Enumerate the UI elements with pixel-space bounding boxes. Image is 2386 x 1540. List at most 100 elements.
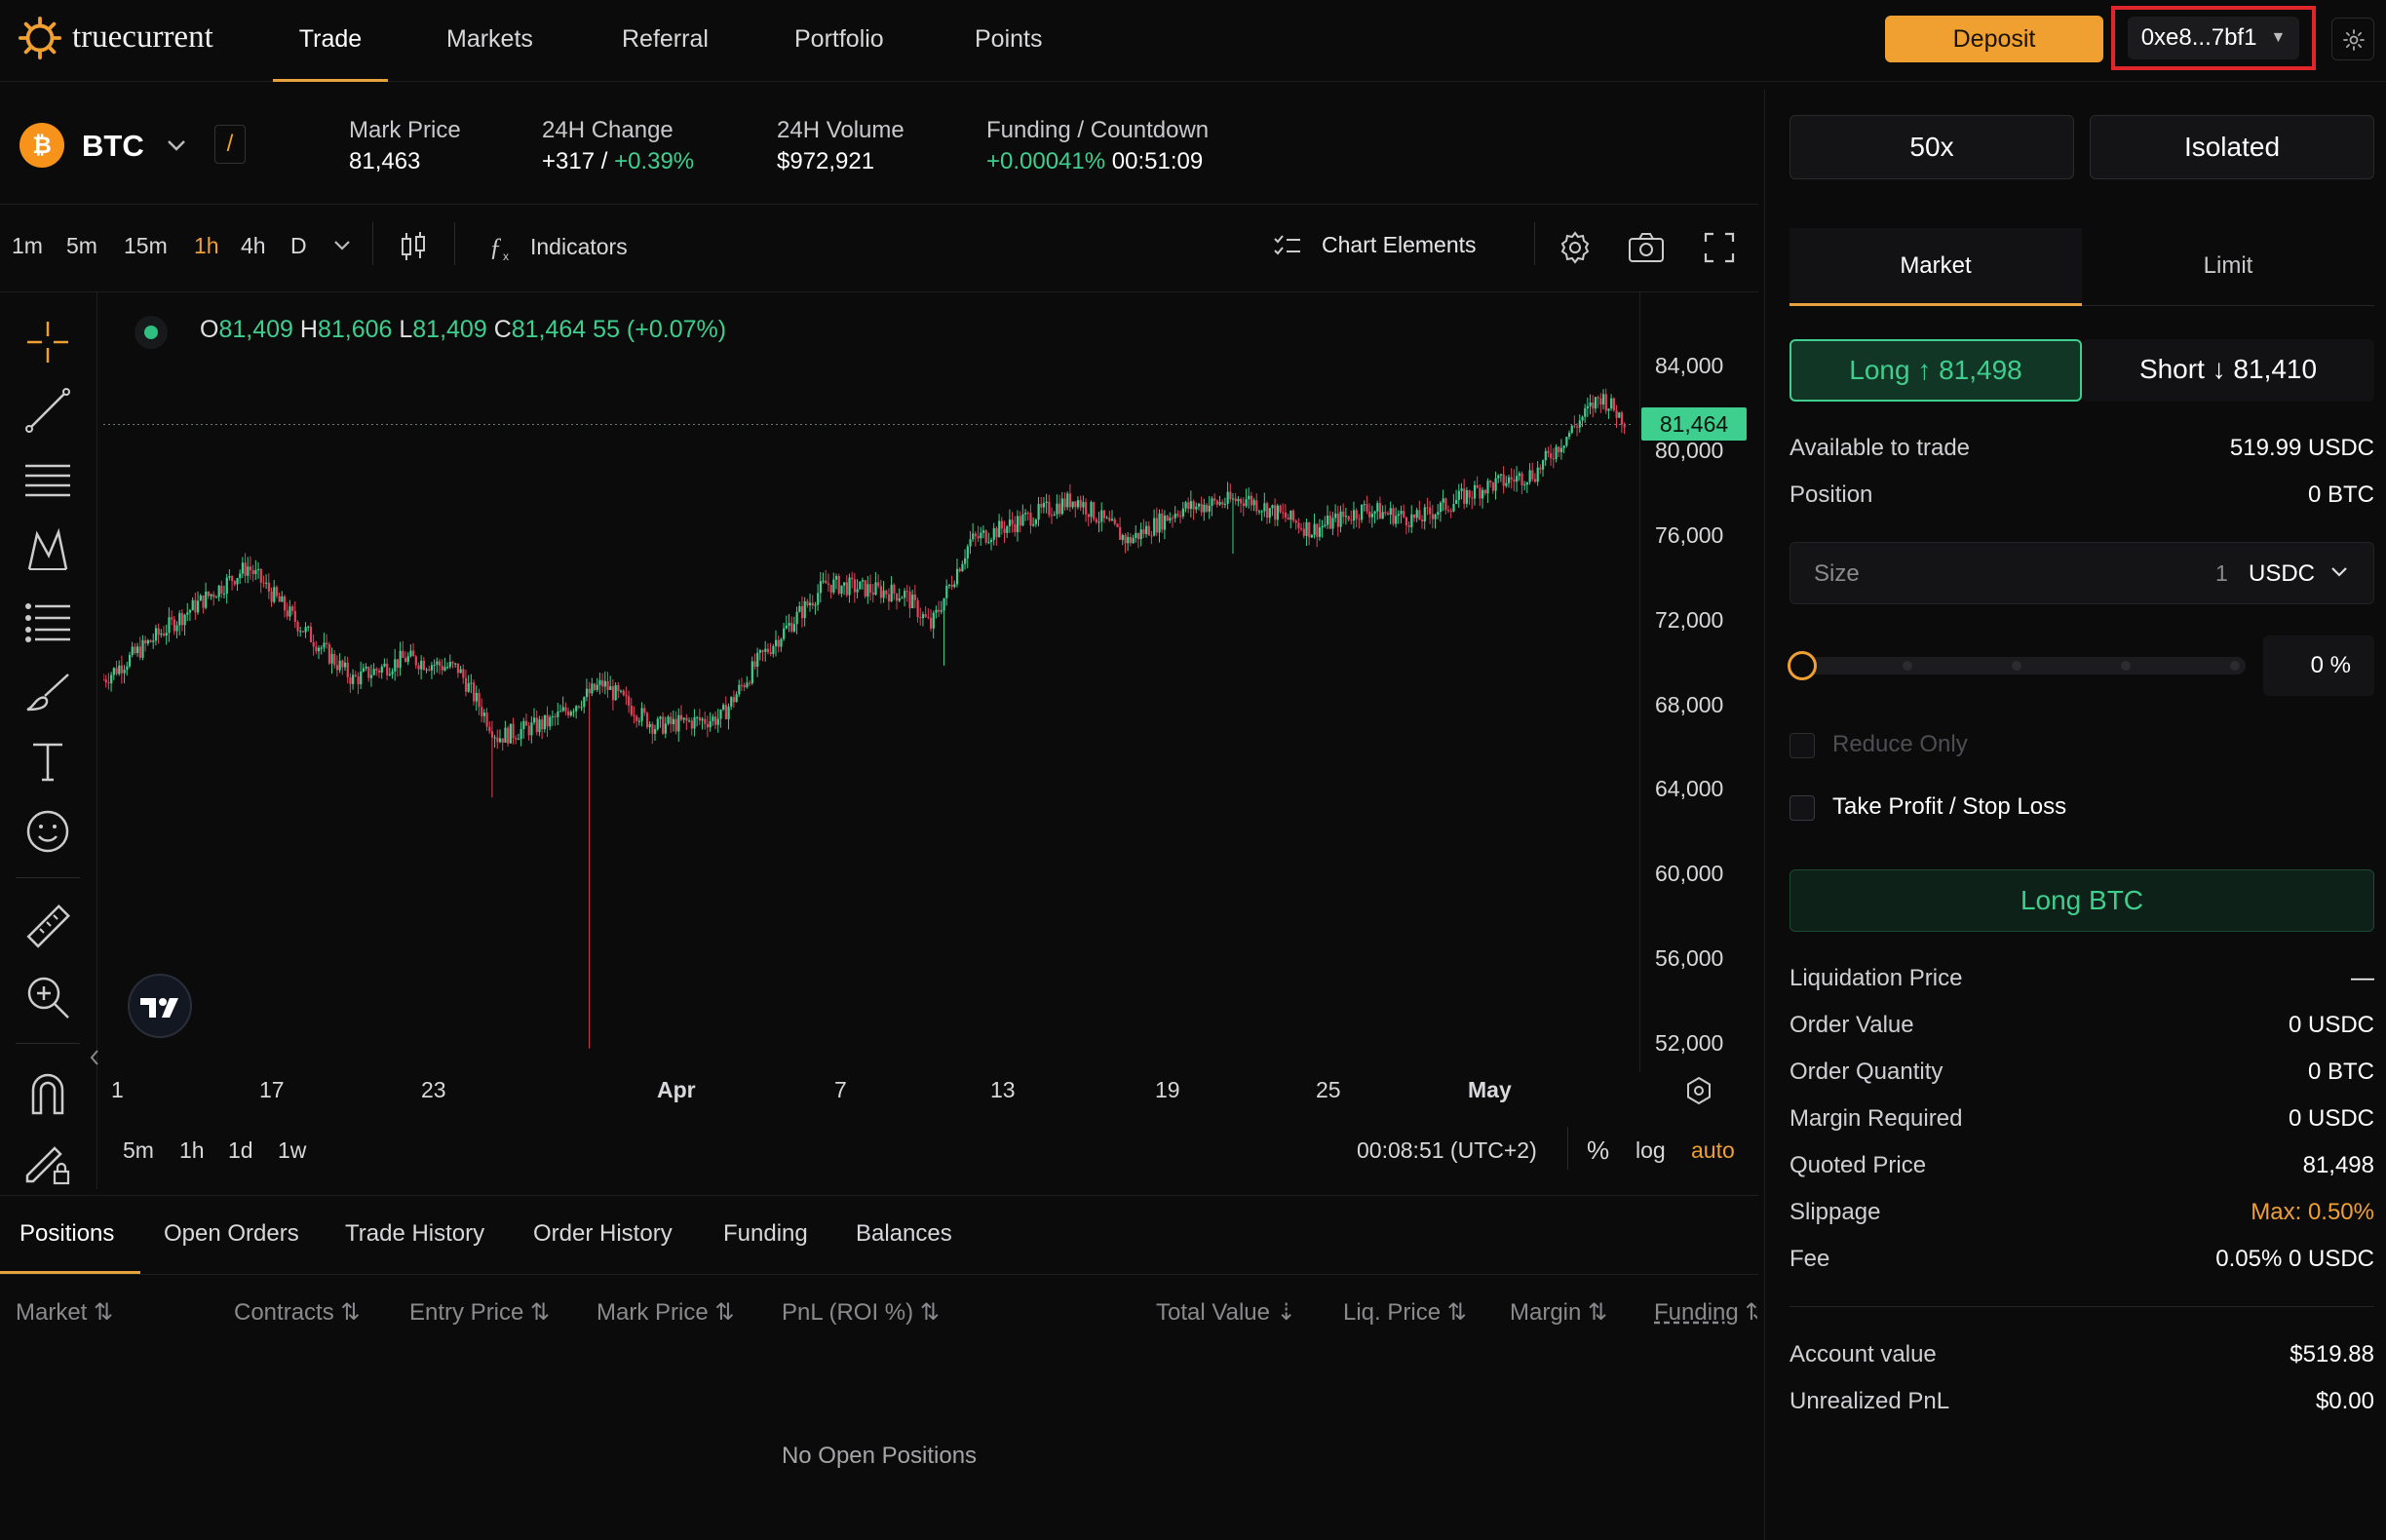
wallet-button[interactable]: 0xe8...7bf1 ▼ (2111, 6, 2316, 70)
col-total-value[interactable]: Total Value ⇣ (1156, 1298, 1296, 1327)
timeframe-15m[interactable]: 15m (124, 233, 168, 259)
short-side-button[interactable]: Short ↓ 81,410 (2082, 339, 2374, 402)
chart-time[interactable]: 00:08:51 (UTC+2) (1357, 1137, 1537, 1164)
col-funding[interactable]: Funding ⇅ (1654, 1298, 1757, 1327)
nav-trade[interactable]: Trade (273, 0, 388, 82)
chevron-down-icon[interactable] (166, 136, 187, 154)
crosshair-icon[interactable] (23, 318, 72, 366)
range-1h[interactable]: 1h (179, 1137, 205, 1164)
series-visibility-dot[interactable] (135, 316, 168, 349)
range-1d[interactable]: 1d (228, 1137, 253, 1164)
tab-balances[interactable]: Balances (856, 1220, 952, 1248)
leverage-button[interactable]: 50x (1790, 115, 2074, 179)
col-pnl[interactable]: PnL (ROI %) ⇅ (782, 1298, 940, 1327)
col-mark-price[interactable]: Mark Price ⇅ (596, 1298, 734, 1327)
chart-elements-icon[interactable] (1273, 232, 1302, 259)
candle-body (1291, 510, 1295, 521)
horizontal-lines-icon[interactable] (23, 456, 72, 505)
unrealized-pnl-value: $0.00 (2315, 1388, 2374, 1414)
indicators-button[interactable]: Indicators (530, 234, 628, 260)
timeframe-chevron-icon[interactable] (331, 238, 353, 253)
col-market[interactable]: Market ⇅ (16, 1298, 113, 1327)
magnet-icon[interactable] (23, 1068, 72, 1117)
tab-funding[interactable]: Funding (723, 1220, 808, 1248)
axis-settings-icon[interactable] (1684, 1076, 1713, 1105)
candle-body (422, 660, 426, 671)
brand-logo-icon[interactable] (18, 16, 62, 60)
tab-open-orders[interactable]: Open Orders (164, 1220, 299, 1248)
col-contracts[interactable]: Contracts ⇅ (234, 1298, 360, 1327)
candle-body (1313, 523, 1316, 535)
candle-body (606, 680, 609, 690)
settings-button[interactable] (2331, 18, 2374, 60)
chart-elements-button[interactable]: Chart Elements (1322, 232, 1477, 258)
fullscreen-icon[interactable] (1704, 232, 1735, 263)
timeframe-4h[interactable]: 4h (241, 233, 266, 259)
pattern-icon[interactable] (23, 526, 72, 575)
detail-value-slippage[interactable]: Max: 0.50% (2251, 1199, 2374, 1226)
range-1w[interactable]: 1w (278, 1137, 306, 1164)
size-slider-handle[interactable] (1788, 651, 1817, 680)
pair-separator: / (226, 131, 234, 157)
auto-scale-toggle[interactable]: auto (1691, 1137, 1735, 1164)
fx-indicators-icon[interactable]: ƒx (487, 230, 517, 263)
margin-mode-button[interactable]: Isolated (2090, 115, 2374, 179)
size-slider-track[interactable] (1801, 657, 2246, 674)
ruler-icon[interactable] (23, 903, 72, 951)
candle-body (173, 619, 175, 632)
long-side-button[interactable]: Long ↑ 81,498 (1790, 339, 2082, 402)
trend-line-icon[interactable] (23, 386, 72, 435)
col-liq-price[interactable]: Liq. Price ⇅ (1343, 1298, 1467, 1327)
detail-value-liquidation: — (2351, 965, 2374, 991)
pair-separator-badge[interactable]: / (214, 125, 246, 164)
percent-scale-toggle[interactable]: % (1587, 1136, 1609, 1166)
brand-name[interactable]: truecurrent (72, 19, 213, 56)
timeframe-d[interactable]: D (290, 233, 307, 259)
fib-retracement-icon[interactable] (23, 597, 72, 645)
chevron-down-icon[interactable] (2328, 562, 2350, 582)
brush-icon[interactable] (23, 667, 72, 715)
timeframe-1h[interactable]: 1h (194, 233, 219, 259)
candle-body (1090, 502, 1093, 518)
zoom-in-icon[interactable] (23, 973, 72, 1021)
timeframe-1m[interactable]: 1m (12, 233, 43, 259)
lock-drawings-icon[interactable] (23, 1136, 72, 1185)
tab-positions[interactable]: Positions (19, 1220, 114, 1248)
reduce-only-checkbox[interactable] (1790, 733, 1815, 758)
candle-body (1026, 513, 1029, 515)
col-margin[interactable]: Margin ⇅ (1510, 1298, 1607, 1327)
tradingview-logo-icon[interactable] (127, 973, 193, 1039)
nav-markets[interactable]: Markets (446, 0, 533, 82)
price-chart[interactable] (97, 292, 1758, 1189)
candle-body (561, 707, 564, 712)
nav-referral[interactable]: Referral (622, 0, 709, 82)
size-unit[interactable]: USDC (2249, 560, 2315, 588)
camera-icon[interactable] (1628, 232, 1665, 263)
deposit-button[interactable]: Deposit (1885, 16, 2103, 62)
timeframe-5m[interactable]: 5m (66, 233, 97, 259)
col-entry-price[interactable]: Entry Price ⇅ (409, 1298, 550, 1327)
tpsl-checkbox[interactable] (1790, 795, 1815, 821)
candle-body (1147, 525, 1150, 536)
emoji-icon[interactable] (23, 807, 72, 856)
nav-points[interactable]: Points (975, 0, 1042, 82)
range-5m[interactable]: 5m (123, 1137, 154, 1164)
tab-limit[interactable]: Limit (2082, 228, 2374, 306)
market-symbol[interactable]: BTC (82, 129, 144, 164)
chart-settings-gear-icon[interactable] (1558, 230, 1593, 265)
submit-long-button[interactable]: Long BTC (1790, 869, 2374, 932)
volume-label: 24H Volume (777, 117, 904, 143)
candle-body (1063, 498, 1066, 508)
nav-portfolio[interactable]: Portfolio (794, 0, 884, 82)
candle-type-icon[interactable] (398, 230, 429, 263)
candle-body (1528, 470, 1531, 482)
tab-market[interactable]: Market (1790, 228, 2082, 306)
tab-order-history[interactable]: Order History (533, 1220, 673, 1248)
tab-trade-history[interactable]: Trade History (345, 1220, 484, 1248)
collapse-tools-chevron-icon[interactable] (88, 1047, 101, 1068)
size-input[interactable]: Size 1 USDC (1790, 542, 2374, 604)
log-scale-toggle[interactable]: log (1636, 1137, 1666, 1164)
text-tool-icon[interactable] (23, 737, 72, 786)
candle-body (120, 665, 124, 674)
slider-percent-input[interactable]: 0 % (2263, 635, 2374, 696)
